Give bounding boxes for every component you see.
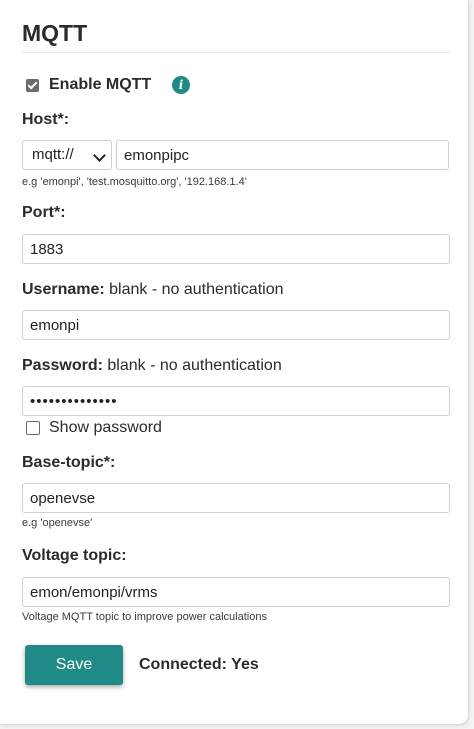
port-label-text: Port*: bbox=[22, 204, 66, 221]
show-password-label[interactable]: Show password bbox=[49, 419, 162, 437]
port-label: Port*: bbox=[22, 204, 66, 222]
voltage-topic-input[interactable] bbox=[22, 577, 450, 607]
password-label: Password: blank - no authentication bbox=[22, 357, 282, 375]
voltage-topic-label-text: Voltage topic: bbox=[22, 547, 127, 564]
voltage-topic-label: Voltage topic: bbox=[22, 547, 127, 565]
show-password-checkbox[interactable] bbox=[26, 421, 40, 435]
info-icon[interactable]: i bbox=[172, 76, 190, 94]
password-label-text: Password: bbox=[22, 357, 103, 374]
base-topic-label: Base-topic*: bbox=[22, 454, 115, 472]
host-hint: e.g 'emonpi', 'test.mosquitto.org', '192… bbox=[22, 176, 247, 188]
show-password-row[interactable]: Show password bbox=[26, 419, 162, 437]
enable-mqtt-row[interactable]: Enable MQTT bbox=[26, 75, 151, 95]
base-topic-hint: e.g 'openevse' bbox=[22, 517, 93, 529]
save-button[interactable]: Save bbox=[25, 645, 123, 685]
connection-status: Connected: Yes bbox=[139, 656, 259, 673]
base-topic-label-text: Base-topic*: bbox=[22, 454, 116, 471]
username-note: blank - no authentication bbox=[109, 281, 284, 298]
enable-mqtt-checkbox[interactable] bbox=[26, 78, 39, 92]
base-topic-input[interactable] bbox=[22, 483, 450, 513]
protocol-select[interactable]: mqtt:// bbox=[22, 140, 112, 170]
port-input[interactable] bbox=[22, 234, 450, 264]
protocol-value: mqtt:// bbox=[32, 146, 74, 163]
section-title: MQTT bbox=[22, 20, 88, 46]
username-label-text: Username: bbox=[22, 281, 105, 298]
voltage-topic-hint: Voltage MQTT topic to improve power calc… bbox=[22, 611, 267, 623]
host-input[interactable] bbox=[116, 140, 449, 170]
enable-mqtt-label[interactable]: Enable MQTT bbox=[49, 76, 151, 94]
password-note: blank - no authentication bbox=[107, 357, 282, 374]
password-input[interactable] bbox=[22, 386, 450, 416]
host-label-text: Host*: bbox=[22, 111, 70, 128]
host-label: Host*: bbox=[22, 111, 69, 129]
mqtt-settings-card: MQTT Enable MQTT i Host*: mqtt:// e.g 'e… bbox=[0, 0, 469, 725]
title-divider bbox=[22, 52, 450, 53]
username-input[interactable] bbox=[22, 310, 450, 340]
username-label: Username: blank - no authentication bbox=[22, 281, 284, 299]
chevron-down-icon bbox=[93, 149, 106, 162]
